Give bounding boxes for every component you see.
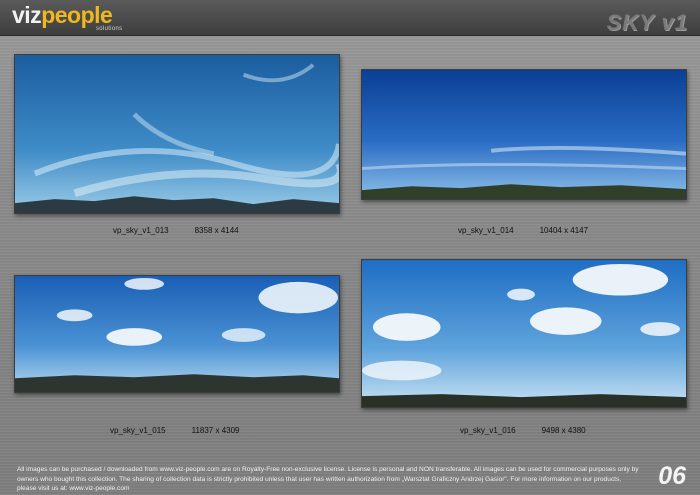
image-dimensions: 10404 x 4147 [539, 226, 589, 235]
logo-viz-text: viz [12, 2, 42, 28]
image-dimensions: 8358 x 4144 [194, 226, 239, 235]
page-number: 06 [658, 462, 686, 490]
sky-image-013 [15, 55, 339, 213]
image-dimensions: 9498 x 4380 [541, 426, 586, 435]
sky-image-014 [362, 70, 686, 199]
image-caption-013: vp_sky_v1_013 8358 x 4144 [113, 226, 239, 235]
header-bar: vizpeople solutions SKY v1 [0, 0, 700, 36]
sky-thumbnail-015[interactable] [14, 275, 340, 393]
license-notice: All images can be purchased / downloaded… [17, 466, 639, 492]
image-caption-014: vp_sky_v1_014 10404 x 4147 [458, 226, 588, 235]
image-name: vp_sky_v1_014 [458, 226, 514, 235]
image-dimensions: 11837 x 4309 [191, 426, 240, 435]
collection-title: SKY v1 [606, 10, 688, 35]
logo-subtitle: solutions [96, 26, 123, 32]
image-name: vp_sky_v1_013 [113, 226, 169, 235]
sky-image-015 [15, 276, 339, 392]
logo-people-text: people [41, 2, 113, 28]
sky-thumbnail-013[interactable] [14, 54, 340, 214]
sky-thumbnail-014[interactable] [361, 69, 687, 200]
sky-thumbnail-016[interactable] [361, 259, 687, 408]
sky-image-016 [362, 260, 686, 407]
image-caption-015: vp_sky_v1_015 11837 x 4309 [110, 426, 240, 435]
image-name: vp_sky_v1_015 [110, 426, 166, 435]
image-name: vp_sky_v1_016 [460, 426, 516, 435]
image-caption-016: vp_sky_v1_016 9498 x 4380 [460, 426, 586, 435]
vizpeople-logo[interactable]: vizpeople solutions [12, 2, 122, 32]
